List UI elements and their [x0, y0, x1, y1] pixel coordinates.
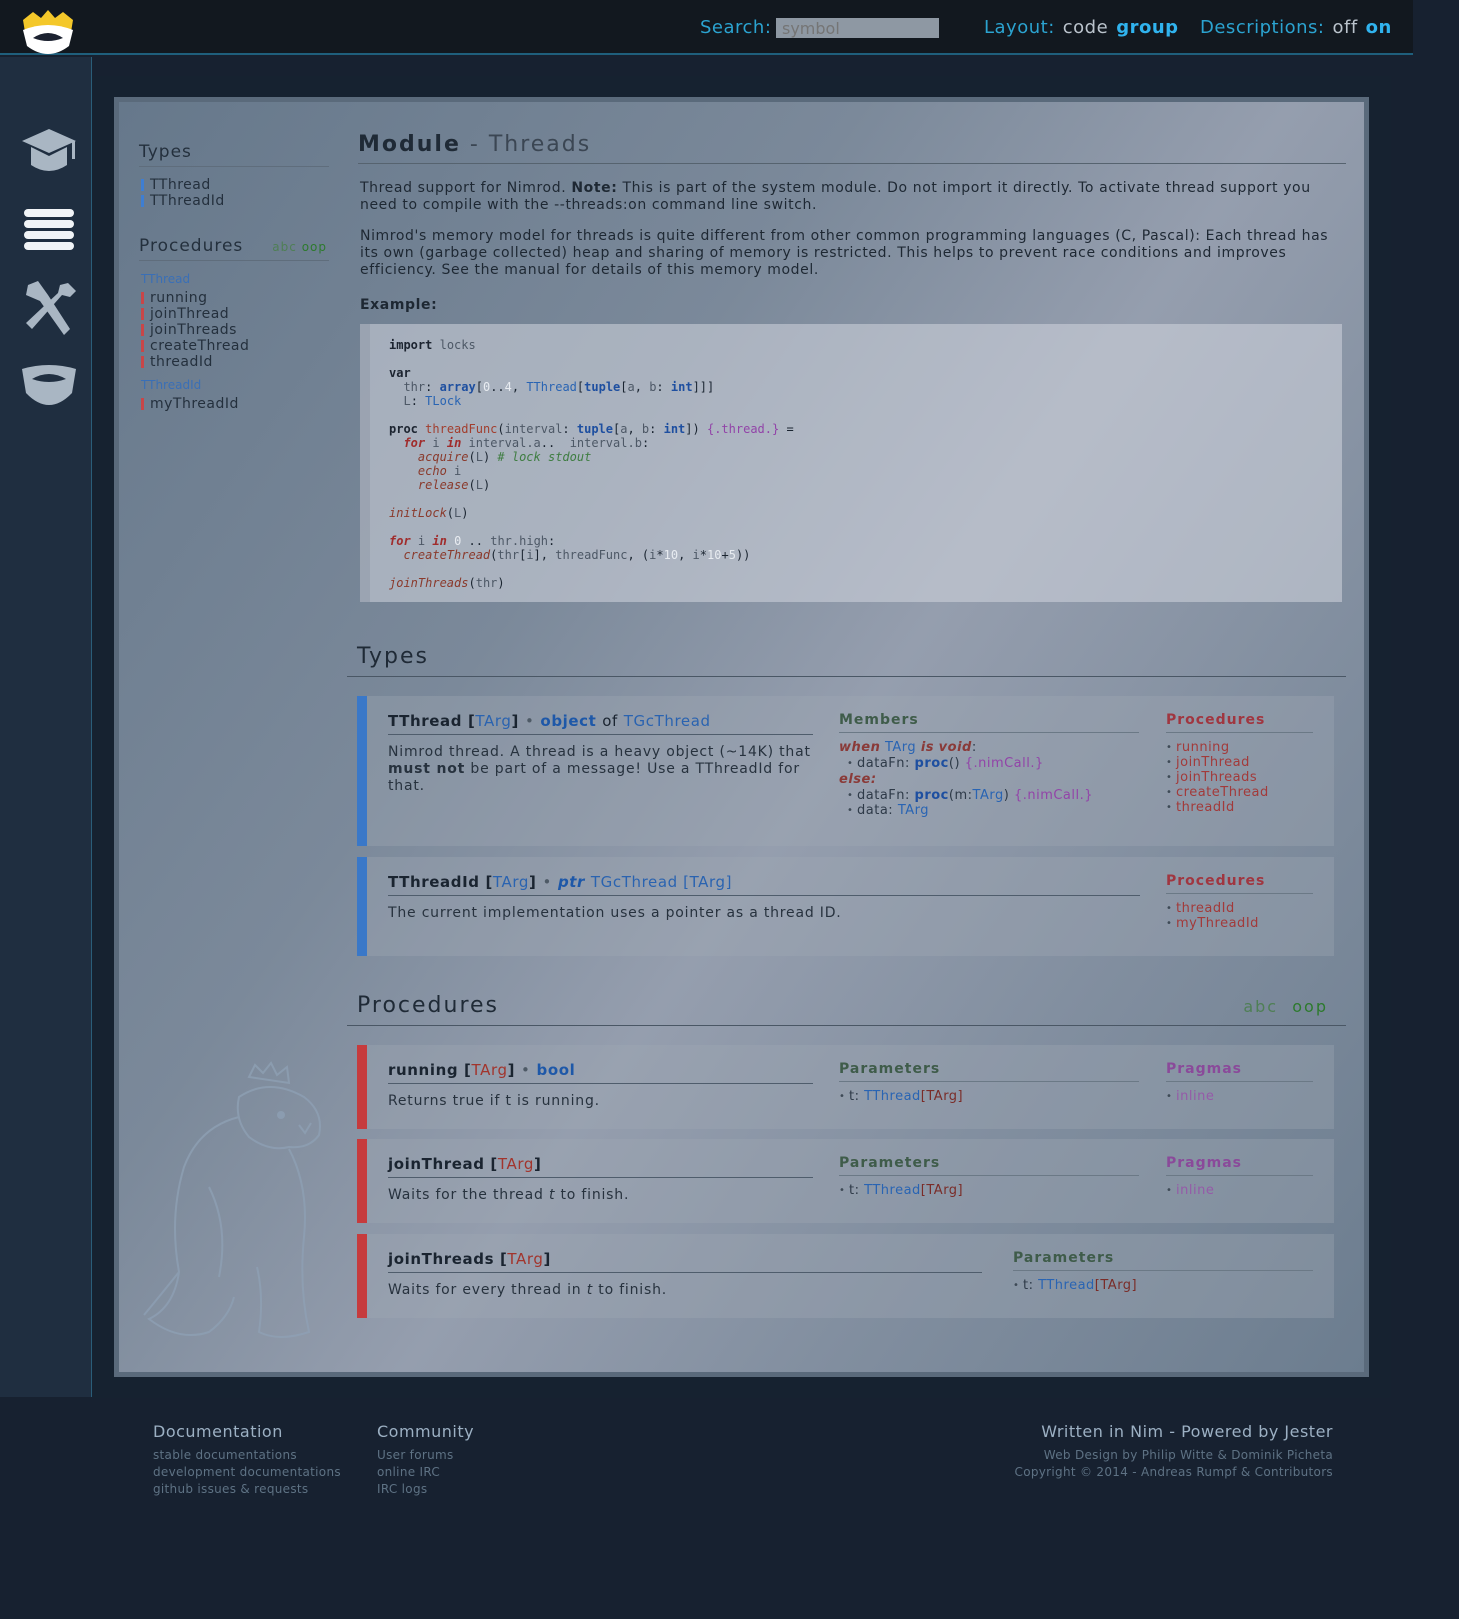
type-proc-link-jointhread[interactable]: joinThread — [1166, 755, 1313, 770]
sidebar-group-tthreadid[interactable]: TThreadId — [141, 378, 329, 392]
type-procedures-heading: Procedures — [1166, 712, 1313, 733]
bear-mascot-illustration — [143, 1061, 321, 1338]
proc-title: running [TArg] • bool — [388, 1061, 813, 1084]
descriptions-label: Descriptions: — [1200, 17, 1325, 38]
proc-description: Waits for every thread in t to finish. — [388, 1282, 667, 1298]
search-label: Search: — [700, 17, 772, 38]
parameters-heading: Parameters — [839, 1061, 1139, 1082]
list-menu-icon[interactable] — [18, 199, 80, 261]
type-card-tthread: TThread [TArg] • object of TGcThread Nimro… — [357, 696, 1334, 846]
proc-title: joinThread [TArg] — [388, 1155, 813, 1178]
layout-group-option[interactable]: group — [1116, 17, 1178, 38]
main-content: Module - Threads Thread support for Nimr… — [347, 132, 1346, 1318]
sidebar: Types TThread TThreadId Procedures abc o… — [139, 142, 329, 412]
footer-design-credit: Web Design by Philip Witte & Dominik Pic… — [1043, 1448, 1333, 1462]
pragmas-heading: Pragmas — [1166, 1155, 1313, 1176]
code-example: import locks var thr: array[0..4, TThrea… — [360, 324, 1342, 602]
sidebar-proc-mythreadid[interactable]: myThreadId — [139, 396, 329, 412]
example-label: Example: — [360, 297, 438, 313]
type-proc-link-mythreadid[interactable]: myThreadId — [1166, 916, 1313, 931]
proc-card-running: running [TArg] • bool Returns true if t is… — [357, 1045, 1334, 1129]
sidebar-types-heading: Types — [139, 142, 329, 167]
type-proc-link-threadid[interactable]: threadId — [1166, 901, 1313, 916]
sidebar-sort-oop[interactable]: oop — [302, 240, 327, 254]
descriptions-off-option[interactable]: off — [1332, 17, 1357, 38]
type-description: Nimrod thread. A thread is a heavy objec… — [388, 744, 811, 794]
layout-switch: Layout: code group — [984, 17, 1179, 38]
types-heading: Types — [347, 644, 1346, 677]
page-title: Module - Threads — [358, 132, 1346, 164]
type-proc-link-threadid[interactable]: threadId — [1166, 800, 1313, 815]
search-input[interactable] — [776, 18, 939, 38]
sidebar-proc-jointhreads[interactable]: joinThreads — [139, 322, 329, 338]
parameters-heading: Parameters — [1013, 1250, 1313, 1271]
sidebar-proc-running[interactable]: running — [139, 290, 329, 306]
proc-card-jointhread: joinThread [TArg] Waits for the thread t… — [357, 1139, 1334, 1223]
type-title: TThreadId [TArg] • ptr TGcThread [TArg] — [388, 873, 1140, 896]
logo-crown-icon[interactable] — [19, 10, 77, 62]
procedures-heading: Procedures abc oop — [347, 993, 1346, 1026]
footer-documentation-heading: Documentation — [153, 1422, 283, 1441]
sidebar-type-tthread[interactable]: TThread — [139, 177, 329, 193]
sidebar-proc-threadid[interactable]: threadId — [139, 354, 329, 370]
descriptions-on-option[interactable]: on — [1366, 17, 1392, 38]
footer-link-github-issues[interactable]: github issues & requests — [153, 1481, 341, 1498]
parameter-item: t: TThread[TArg] — [1013, 1278, 1313, 1293]
type-title: TThread [TArg] • object of TGcThread — [388, 712, 813, 735]
footer-link-irc[interactable]: online IRC — [377, 1464, 474, 1481]
sidebar-proc-createthread[interactable]: createThread — [139, 338, 329, 354]
tools-icon[interactable] — [18, 277, 80, 339]
footer-link-stable-docs[interactable]: stable documentations — [153, 1447, 341, 1464]
sidebar-group-tthread[interactable]: TThread — [141, 272, 329, 286]
main-panel: Types TThread TThreadId Procedures abc o… — [114, 97, 1369, 1377]
graduation-cap-icon[interactable] — [18, 125, 80, 187]
proc-description: Returns true if t is running. — [388, 1093, 600, 1109]
parameters-heading: Parameters — [839, 1155, 1139, 1176]
proc-description: Waits for the thread t to finish. — [388, 1187, 630, 1203]
pragma-item: inline — [1166, 1183, 1313, 1198]
pragmas-heading: Pragmas — [1166, 1061, 1313, 1082]
layout-code-option[interactable]: code — [1063, 17, 1108, 38]
crown-icon[interactable] — [18, 355, 80, 417]
pragma-item: inline — [1166, 1089, 1313, 1104]
type-procedures-heading: Procedures — [1166, 873, 1313, 894]
top-bar: Search: Layout: code group Descriptions: of… — [0, 0, 1413, 55]
layout-label: Layout: — [984, 17, 1055, 38]
footer-powered-by: Written in Nim - Powered by Jester — [1041, 1422, 1333, 1441]
module-intro: Thread support for Nimrod. Note: This is… — [360, 180, 1311, 213]
footer-link-devel-docs[interactable]: development documentations — [153, 1464, 341, 1481]
sidebar-procedures-heading: Procedures abc oop — [139, 236, 329, 261]
module-memory-model: Nimrod's memory model for threads is qui… — [360, 228, 1329, 278]
type-proc-link-running[interactable]: running — [1166, 740, 1313, 755]
footer-link-irc-logs[interactable]: IRC logs — [377, 1481, 474, 1498]
parameter-item: t: TThread[TArg] — [839, 1089, 1139, 1104]
footer: Documentation stable documentations deve… — [0, 1398, 1413, 1619]
members-list: when TArg is void: dataFn: proc() {.nimC… — [839, 739, 1139, 818]
descriptions-switch: Descriptions: off on — [1200, 17, 1392, 38]
type-proc-link-jointhreads[interactable]: joinThreads — [1166, 770, 1313, 785]
footer-community-heading: Community — [377, 1422, 475, 1441]
proc-title: joinThreads [TArg] — [388, 1250, 982, 1273]
procs-sort-abc[interactable]: abc — [1243, 997, 1278, 1016]
proc-card-jointhreads: joinThreads [TArg] Waits for every threa… — [357, 1234, 1334, 1318]
members-heading: Members — [839, 712, 1139, 733]
sidebar-type-tthreadid[interactable]: TThreadId — [139, 193, 329, 209]
left-nav — [0, 57, 92, 1397]
type-proc-link-createthread[interactable]: createThread — [1166, 785, 1313, 800]
footer-copyright: Copyright © 2014 - Andreas Rumpf & Contr… — [1014, 1465, 1333, 1479]
procs-sort-oop[interactable]: oop — [1292, 997, 1328, 1016]
parameter-item: t: TThread[TArg] — [839, 1183, 1139, 1198]
sidebar-sort-abc[interactable]: abc — [272, 240, 297, 254]
footer-link-forums[interactable]: User forums — [377, 1447, 474, 1464]
sidebar-proc-jointhread[interactable]: joinThread — [139, 306, 329, 322]
type-description: The current implementation uses a pointe… — [388, 905, 842, 921]
type-card-tthreadid: TThreadId [TArg] • ptr TGcThread [TArg] Th… — [357, 857, 1334, 956]
